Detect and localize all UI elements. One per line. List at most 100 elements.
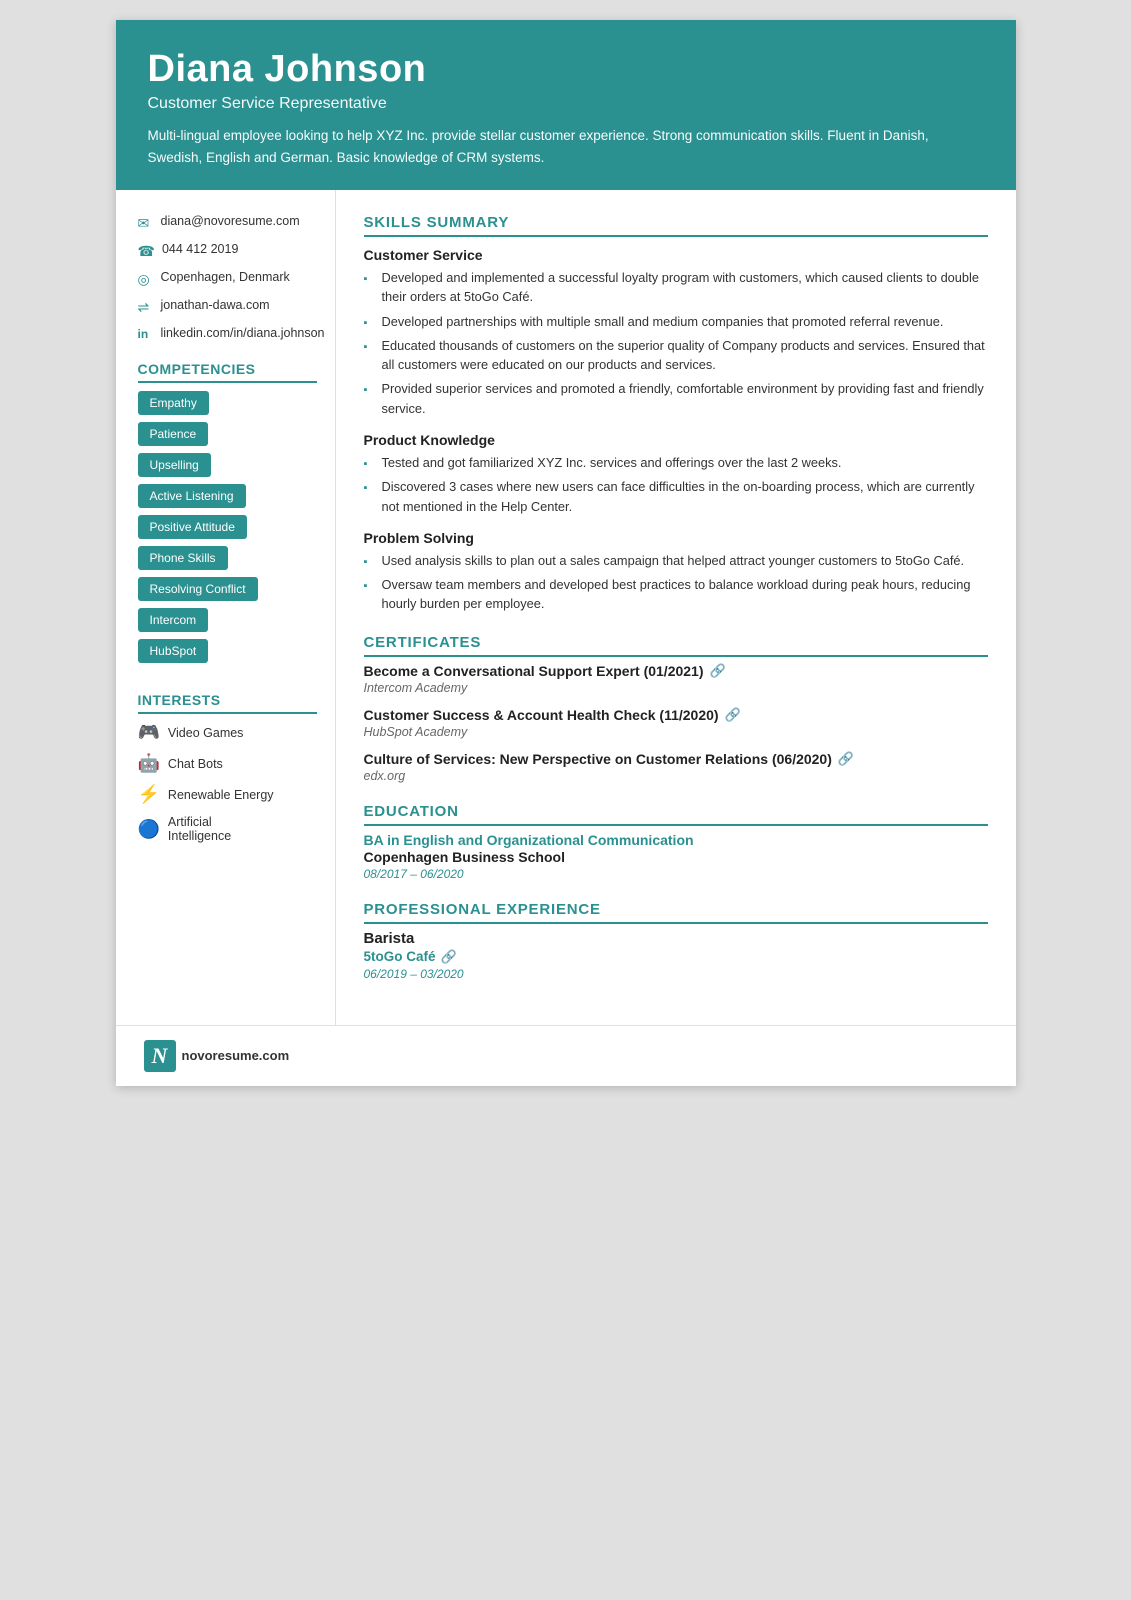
contact-phone: ☎ 044 412 2019 — [138, 242, 317, 260]
skills-cs-bullet-1: ▪ Developed and implemented a successful… — [364, 268, 988, 306]
cert-link-icon: 🔗 — [838, 751, 854, 767]
competency-tag-upselling: Upselling — [138, 453, 211, 477]
exp-job-title: Barista — [364, 930, 988, 947]
skills-summary-title: SKILLS SUMMARY — [364, 214, 988, 237]
cert-3-org: edx.org — [364, 769, 988, 783]
cert-1-title: Become a Conversational Support Expert (… — [364, 663, 988, 679]
experience-section: PROFESSIONAL EXPERIENCE Barista 5toGo Ca… — [364, 901, 988, 981]
skills-cs-bullet-2: ▪ Developed partnerships with multiple s… — [364, 312, 988, 332]
competencies-section: COMPETENCIES Empathy Patience Upselling … — [138, 361, 317, 670]
ai-icon: 🔵 — [138, 819, 160, 840]
skills-product-knowledge: Product Knowledge ▪ Tested and got famil… — [364, 432, 988, 516]
skills-cs-bullet-3: ▪ Educated thousands of customers on the… — [364, 336, 988, 374]
footer: N novoresume.com — [116, 1025, 1016, 1086]
competency-tag-empathy: Empathy — [138, 391, 209, 415]
email-text: diana@novoresume.com — [161, 214, 300, 228]
interests-section: INTERESTS 🎮 Video Games 🤖 Chat Bots ⚡ Re… — [138, 692, 317, 843]
interests-title: INTERESTS — [138, 692, 317, 714]
skills-summary-section: SKILLS SUMMARY Customer Service ▪ Develo… — [364, 214, 988, 613]
certificates-title: CERTIFICATES — [364, 634, 988, 657]
exp-company: 5toGo Café 🔗 — [364, 949, 988, 965]
bullet-icon: ▪ — [364, 382, 374, 399]
cert-link-icon: 🔗 — [725, 707, 741, 723]
body-wrapper: ✉ diana@novoresume.com ☎ 044 412 2019 ◎ … — [116, 190, 1016, 1024]
contact-section: ✉ diana@novoresume.com ☎ 044 412 2019 ◎ … — [138, 214, 317, 341]
chat-bots-icon: 🤖 — [138, 753, 160, 774]
footer-logo: N novoresume.com — [144, 1040, 290, 1072]
cert-1-org: Intercom Academy — [364, 681, 988, 695]
right-column: SKILLS SUMMARY Customer Service ▪ Develo… — [336, 190, 1016, 1024]
contact-email: ✉ diana@novoresume.com — [138, 214, 317, 232]
competency-tag-active-listening: Active Listening — [138, 484, 246, 508]
interest-artificial-intelligence: 🔵 ArtificialIntelligence — [138, 815, 317, 843]
competency-tag-patience: Patience — [138, 422, 209, 446]
certificates-section: CERTIFICATES Become a Conversational Sup… — [364, 634, 988, 783]
left-column: ✉ diana@novoresume.com ☎ 044 412 2019 ◎ … — [116, 190, 336, 1024]
phone-icon: ☎ — [138, 243, 155, 260]
competency-tag-positive-attitude: Positive Attitude — [138, 515, 247, 539]
website-text: jonathan-dawa.com — [161, 298, 270, 312]
contact-website: ⇌ jonathan-dawa.com — [138, 298, 317, 316]
resume-container: Diana Johnson Customer Service Represent… — [116, 20, 1016, 1086]
skills-cs-bullet-4: ▪ Provided superior services and promote… — [364, 379, 988, 417]
linkedin-text: linkedin.com/in/diana.johnson — [161, 326, 325, 340]
exp-company-link-icon: 🔗 — [441, 949, 457, 965]
footer-url: novoresume.com — [182, 1048, 290, 1063]
interest-chat-bots-label: Chat Bots — [168, 757, 223, 771]
location-icon: ◎ — [138, 271, 154, 288]
interest-chat-bots: 🤖 Chat Bots — [138, 753, 317, 774]
cert-link-icon: 🔗 — [710, 663, 726, 679]
skills-ps-bullet-2: ▪ Oversaw team members and developed bes… — [364, 575, 988, 613]
contact-location: ◎ Copenhagen, Denmark — [138, 270, 317, 288]
skills-ps-bullet-1: ▪ Used analysis skills to plan out a sal… — [364, 551, 988, 571]
bullet-icon: ▪ — [364, 271, 374, 288]
candidate-summary: Multi-lingual employee looking to help X… — [148, 125, 984, 168]
cert-2-org: HubSpot Academy — [364, 725, 988, 739]
location-text: Copenhagen, Denmark — [161, 270, 290, 284]
email-icon: ✉ — [138, 215, 154, 232]
cert-3-title: Culture of Services: New Perspective on … — [364, 751, 988, 767]
skills-ps-title: Problem Solving — [364, 530, 988, 546]
bullet-icon: ▪ — [364, 315, 374, 332]
header-section: Diana Johnson Customer Service Represent… — [116, 20, 1016, 190]
footer-logo-letter: N — [144, 1040, 176, 1072]
website-icon: ⇌ — [138, 299, 154, 316]
education-section: EDUCATION BA in English and Organization… — [364, 803, 988, 881]
competency-tag-resolving-conflict: Resolving Conflict — [138, 577, 258, 601]
bullet-icon: ▪ — [364, 480, 374, 497]
cert-2-title: Customer Success & Account Health Check … — [364, 707, 988, 723]
competencies-title: COMPETENCIES — [138, 361, 317, 383]
renewable-energy-icon: ⚡ — [138, 784, 160, 805]
skills-customer-service: Customer Service ▪ Developed and impleme… — [364, 247, 988, 418]
cert-item-1: Become a Conversational Support Expert (… — [364, 663, 988, 695]
bullet-icon: ▪ — [364, 456, 374, 473]
candidate-title: Customer Service Representative — [148, 95, 984, 113]
interest-video-games-label: Video Games — [168, 726, 244, 740]
interest-renewable-energy: ⚡ Renewable Energy — [138, 784, 317, 805]
skills-problem-solving: Problem Solving ▪ Used analysis skills t… — [364, 530, 988, 614]
interest-ai-label: ArtificialIntelligence — [168, 815, 231, 843]
phone-text: 044 412 2019 — [162, 242, 238, 256]
video-games-icon: 🎮 — [138, 722, 160, 743]
interest-video-games: 🎮 Video Games — [138, 722, 317, 743]
skills-pk-bullet-2: ▪ Discovered 3 cases where new users can… — [364, 477, 988, 515]
experience-title: PROFESSIONAL EXPERIENCE — [364, 901, 988, 924]
competency-tag-hubspot: HubSpot — [138, 639, 209, 663]
cert-item-3: Culture of Services: New Perspective on … — [364, 751, 988, 783]
bullet-icon: ▪ — [364, 554, 374, 571]
bullet-icon: ▪ — [364, 339, 374, 356]
edu-school: Copenhagen Business School — [364, 849, 988, 865]
candidate-name: Diana Johnson — [148, 48, 984, 91]
linkedin-icon: in — [138, 327, 154, 341]
cert-item-2: Customer Success & Account Health Check … — [364, 707, 988, 739]
skills-pk-title: Product Knowledge — [364, 432, 988, 448]
interest-renewable-energy-label: Renewable Energy — [168, 788, 274, 802]
exp-date: 06/2019 – 03/2020 — [364, 967, 988, 981]
edu-degree: BA in English and Organizational Communi… — [364, 832, 988, 848]
competency-tag-intercom: Intercom — [138, 608, 209, 632]
edu-date: 08/2017 – 06/2020 — [364, 867, 988, 881]
skills-cs-title: Customer Service — [364, 247, 988, 263]
skills-pk-bullet-1: ▪ Tested and got familiarized XYZ Inc. s… — [364, 453, 988, 473]
bullet-icon: ▪ — [364, 578, 374, 595]
education-title: EDUCATION — [364, 803, 988, 826]
